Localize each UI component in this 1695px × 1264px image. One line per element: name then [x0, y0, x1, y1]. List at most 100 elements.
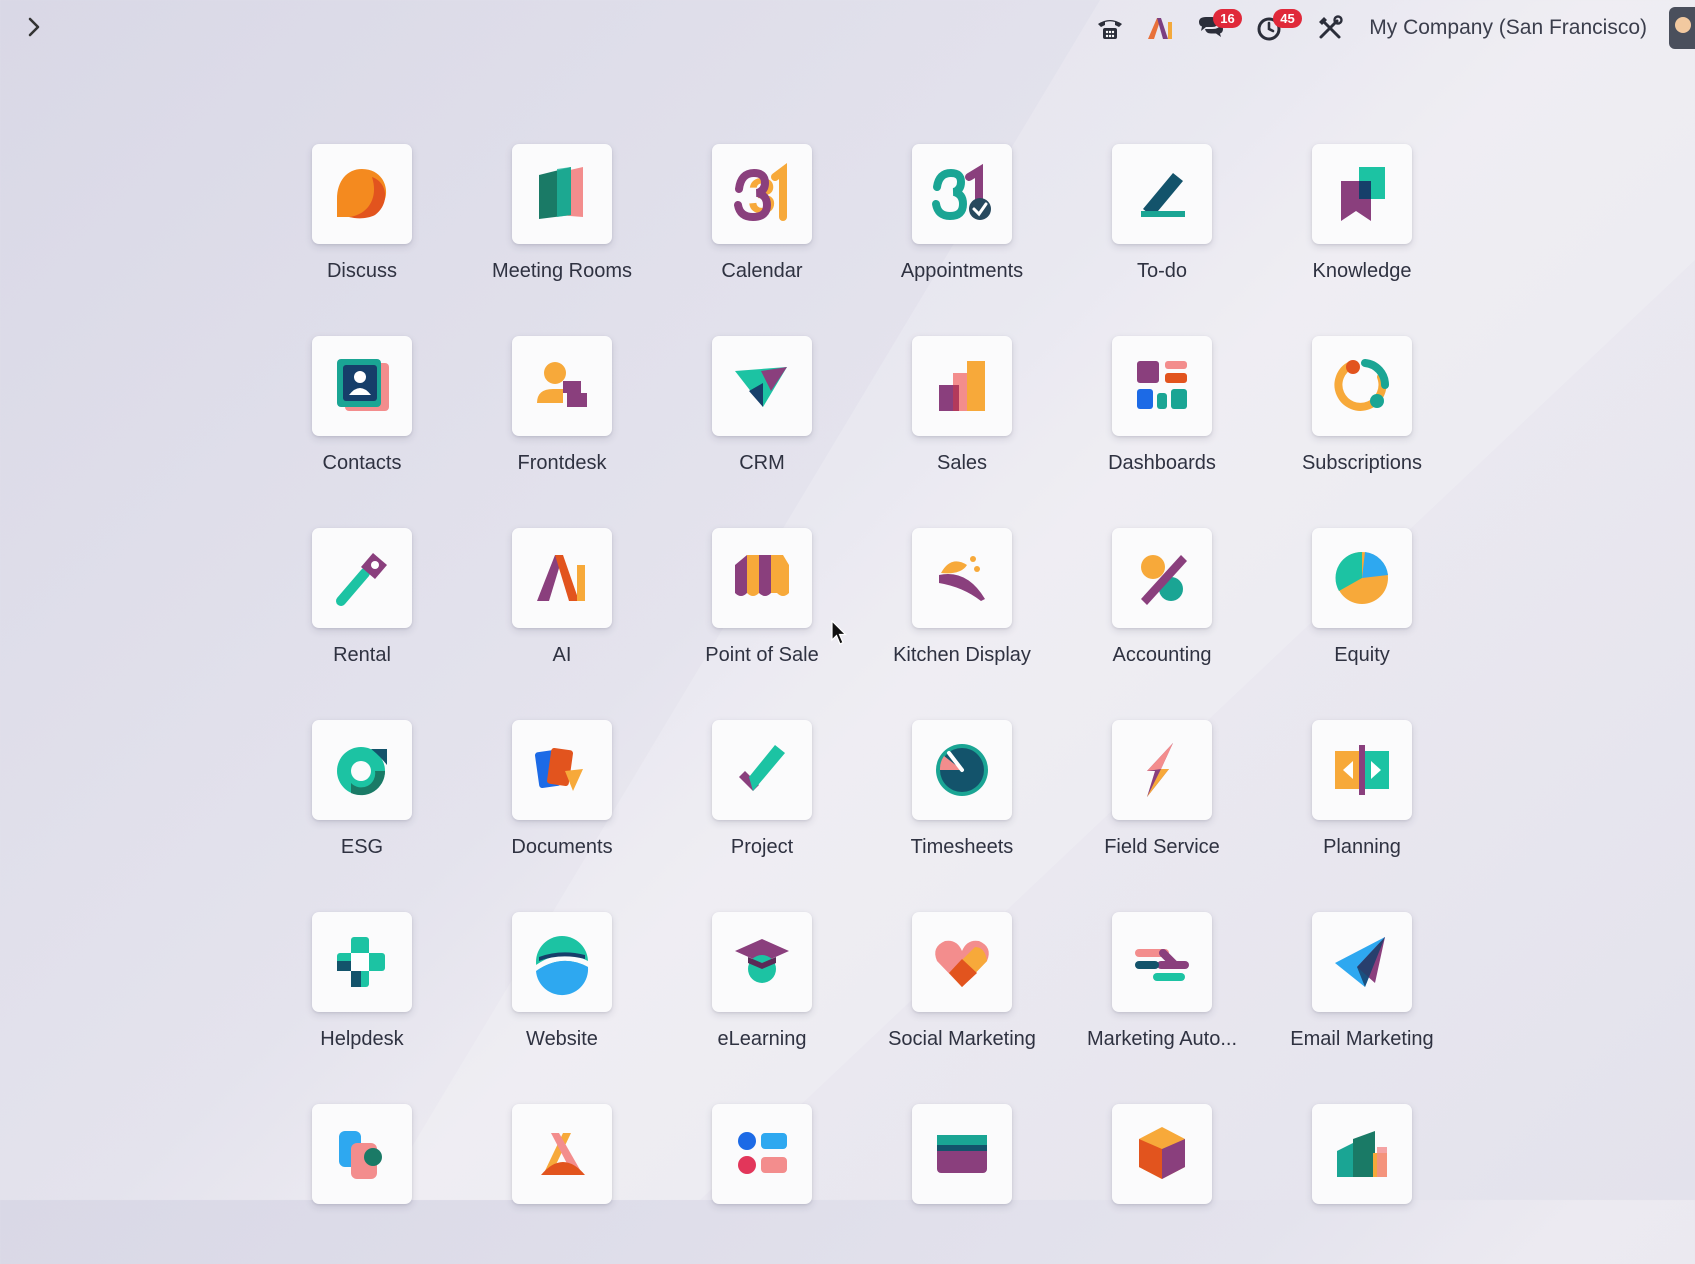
app-tile — [1312, 912, 1412, 1012]
app-tile — [712, 1104, 812, 1204]
appointments-icon — [932, 163, 991, 221]
subscriptions-icon — [1334, 359, 1390, 411]
app-subscriptions[interactable]: Subscriptions — [1262, 336, 1462, 496]
equity-icon — [1335, 551, 1388, 604]
app-accounting[interactable]: Accounting — [1062, 528, 1262, 688]
app-appointments[interactable]: Appointments — [862, 144, 1062, 304]
social-marketing-icon — [935, 940, 989, 987]
app-dashboards[interactable]: Dashboards — [1062, 336, 1262, 496]
app-tile — [312, 528, 412, 628]
app-equity[interactable]: Equity — [1262, 528, 1462, 688]
app-point-of-sale[interactable]: Point of Sale — [662, 528, 862, 688]
app-meeting-rooms[interactable]: Meeting Rooms — [462, 144, 662, 304]
app-tile — [312, 144, 412, 244]
app-app-icon-dots[interactable] — [662, 1104, 862, 1264]
knowledge-icon — [1341, 167, 1385, 221]
app-label: Calendar — [721, 260, 803, 282]
app-tile — [1312, 144, 1412, 244]
app-label: Point of Sale — [705, 644, 819, 666]
app-helpdesk[interactable]: Helpdesk — [262, 912, 462, 1072]
app-kitchen-display[interactable]: Kitchen Display — [862, 528, 1062, 688]
app-esg[interactable]: ESG — [262, 720, 462, 880]
app-label: Documents — [511, 836, 613, 858]
app-label: ESG — [340, 836, 384, 858]
app-label: Accounting — [1112, 644, 1212, 666]
app-app-icon-x[interactable] — [462, 1104, 662, 1264]
app-tile — [912, 528, 1012, 628]
app-tile — [1112, 912, 1212, 1012]
app-email-marketing[interactable]: Email Marketing — [1262, 912, 1462, 1072]
app-icon-dots — [738, 1132, 787, 1174]
calendar-icon: 33 — [734, 163, 787, 224]
app-elearning[interactable]: eLearning — [662, 912, 862, 1072]
app-app-icon-buildings[interactable] — [1262, 1104, 1462, 1264]
planning-icon — [1335, 745, 1389, 795]
app-tile — [1112, 528, 1212, 628]
app-label: Email Marketing — [1290, 1028, 1434, 1050]
app-label: To-do — [1136, 260, 1188, 282]
app-rental[interactable]: Rental — [262, 528, 462, 688]
app-app-icon-card[interactable] — [862, 1104, 1062, 1264]
elearning-icon — [735, 939, 789, 983]
marketing-automation-icon — [1135, 949, 1189, 981]
app-label: Contacts — [322, 452, 402, 474]
app-tile — [712, 336, 812, 436]
frontdesk-icon — [537, 362, 587, 407]
app-website[interactable]: Website — [462, 912, 662, 1072]
apps-grid: Discuss Meeting Rooms 33 Calendar Appointmen… — [0, 0, 1695, 1204]
app-frontdesk[interactable]: Frontdesk — [462, 336, 662, 496]
app-tile — [1112, 1104, 1212, 1204]
app-crm[interactable]: CRM — [662, 336, 862, 496]
app-tile — [912, 336, 1012, 436]
app-sales[interactable]: Sales — [862, 336, 1062, 496]
app-documents[interactable]: Documents — [462, 720, 662, 880]
app-field-service[interactable]: Field Service — [1062, 720, 1262, 880]
app-tile — [512, 336, 612, 436]
app-tile — [1112, 336, 1212, 436]
app-icon-shapes — [339, 1131, 382, 1179]
app-app-icon-cube[interactable] — [1062, 1104, 1262, 1264]
app-contacts[interactable]: Contacts — [262, 336, 462, 496]
helpdesk-icon — [337, 937, 385, 987]
kitchen-display-icon — [939, 556, 985, 601]
sales-icon — [939, 361, 985, 411]
app-label: Timesheets — [910, 836, 1014, 858]
app-label: Subscriptions — [1301, 452, 1423, 474]
field-service-icon — [1147, 743, 1173, 797]
app-discuss[interactable]: Discuss — [262, 144, 462, 304]
app-ai-app[interactable]: AI — [462, 528, 662, 688]
app-calendar[interactable]: 33 Calendar — [662, 144, 862, 304]
app-knowledge[interactable]: Knowledge — [1262, 144, 1462, 304]
app-label: Meeting Rooms — [491, 260, 633, 282]
email-marketing-icon — [1335, 937, 1385, 987]
app-tile — [512, 1104, 612, 1204]
app-tile — [512, 528, 612, 628]
app-tile — [912, 720, 1012, 820]
app-icon-buildings — [1337, 1131, 1387, 1177]
app-tile: 33 — [712, 144, 812, 244]
app-tile — [912, 1104, 1012, 1204]
ai-app-icon — [537, 555, 585, 601]
app-planning[interactable]: Planning — [1262, 720, 1462, 880]
esg-icon — [337, 747, 387, 796]
app-tile — [1312, 1104, 1412, 1204]
app-tile — [1312, 528, 1412, 628]
mouse-cursor-icon — [831, 620, 847, 645]
app-label: CRM — [739, 452, 785, 474]
app-label: Social Marketing — [888, 1028, 1036, 1050]
app-social-marketing[interactable]: Social Marketing — [862, 912, 1062, 1072]
app-label: eLearning — [717, 1028, 807, 1050]
app-tile — [1312, 336, 1412, 436]
accounting-icon — [1141, 555, 1187, 605]
app-timesheets[interactable]: Timesheets — [862, 720, 1062, 880]
crm-icon — [735, 367, 787, 407]
app-label: Sales — [936, 452, 988, 474]
app-app-icon-shapes[interactable] — [262, 1104, 462, 1264]
app-project[interactable]: Project — [662, 720, 862, 880]
rental-icon — [336, 553, 387, 606]
app-tile — [312, 912, 412, 1012]
contacts-icon — [337, 359, 389, 411]
app-todo[interactable]: To-do — [1062, 144, 1262, 304]
app-tile — [712, 912, 812, 1012]
app-marketing-automation[interactable]: Marketing Auto... — [1062, 912, 1262, 1072]
